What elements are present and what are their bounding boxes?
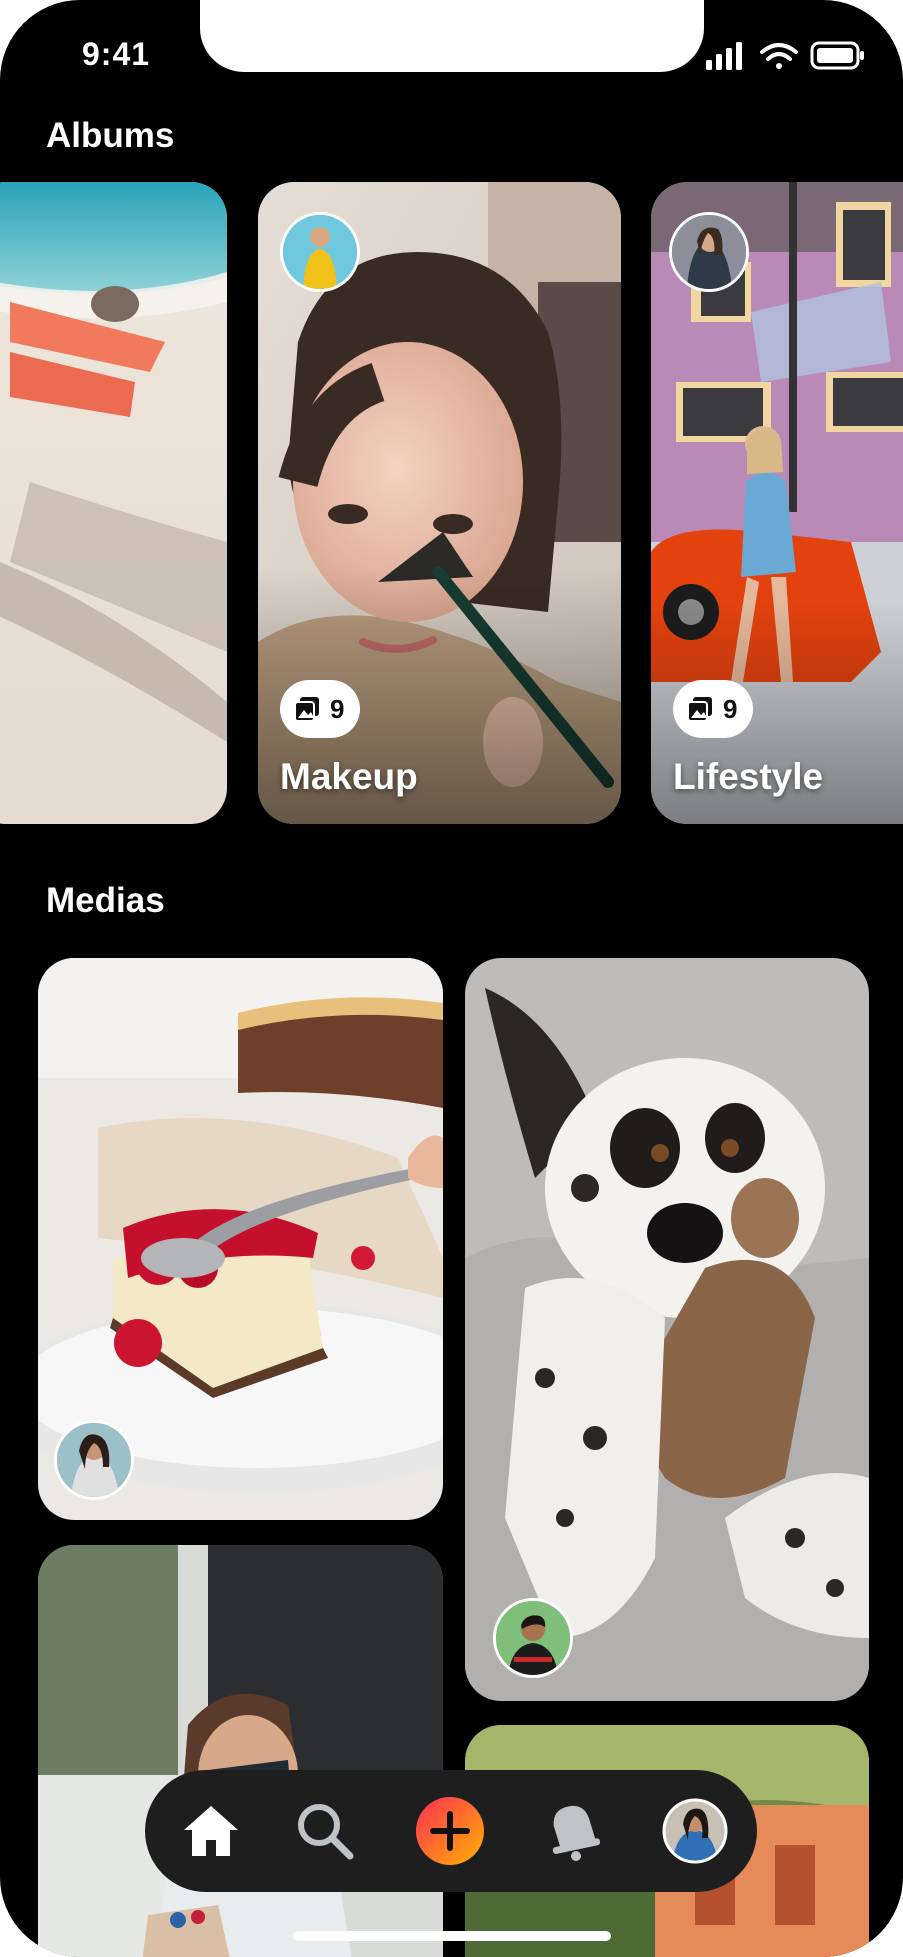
nav-add-button[interactable]	[412, 1793, 488, 1869]
search-icon	[298, 1804, 354, 1860]
dog-photo	[465, 958, 869, 1701]
nav-notifications-button[interactable]	[535, 1793, 611, 1869]
bell-icon	[552, 1805, 601, 1861]
album-title: Makeup	[280, 756, 418, 797]
wifi-icon	[760, 43, 798, 69]
home-indicator	[293, 1931, 611, 1941]
status-time: 9:41	[82, 36, 151, 72]
home-icon	[184, 1806, 238, 1856]
media-owner-avatar[interactable]	[493, 1598, 573, 1678]
nav-profile-button[interactable]	[657, 1793, 733, 1869]
album-owner-avatar[interactable]	[280, 212, 360, 292]
album-count-badge: 9	[280, 680, 361, 738]
signal-icon	[706, 42, 742, 70]
album-owner-avatar[interactable]	[669, 212, 749, 292]
album-count: 9	[723, 693, 738, 724]
media-card-cheesecake[interactable]	[38, 958, 443, 1520]
nav-home-button[interactable]	[173, 1793, 249, 1869]
albums-section-title: Albums	[46, 116, 175, 155]
add-icon	[416, 1797, 484, 1865]
profile-avatar	[662, 1798, 728, 1864]
album-title: Lifestyle	[673, 756, 824, 797]
phone-screen: 9:41 Albums 9 Makeup 9 Lifestyle Medias	[0, 0, 903, 1957]
medias-section-title: Medias	[46, 881, 165, 920]
nav-search-button[interactable]	[287, 1793, 363, 1869]
avatar-image	[57, 1423, 131, 1497]
beach-photo	[0, 182, 227, 824]
gallery-icon	[294, 697, 319, 722]
media-card-dog[interactable]	[465, 958, 869, 1701]
album-card-makeup[interactable]: 9 Makeup	[258, 182, 621, 824]
device-notch	[200, 0, 704, 72]
album-card-lifestyle[interactable]: 9 Lifestyle	[651, 182, 903, 824]
album-card-beach[interactable]	[0, 182, 227, 824]
album-count-badge: 9	[673, 680, 754, 738]
status-icons	[706, 41, 864, 70]
battery-icon	[810, 41, 864, 70]
bottom-nav-bar	[145, 1770, 757, 1892]
avatar-image	[496, 1601, 570, 1675]
avatar-image	[672, 215, 746, 289]
media-owner-avatar[interactable]	[54, 1420, 134, 1500]
media-card-street[interactable]	[38, 1545, 443, 1957]
album-count: 9	[330, 693, 345, 724]
avatar-image	[283, 215, 357, 289]
street-photo	[38, 1545, 443, 1957]
gallery-icon	[687, 697, 712, 722]
